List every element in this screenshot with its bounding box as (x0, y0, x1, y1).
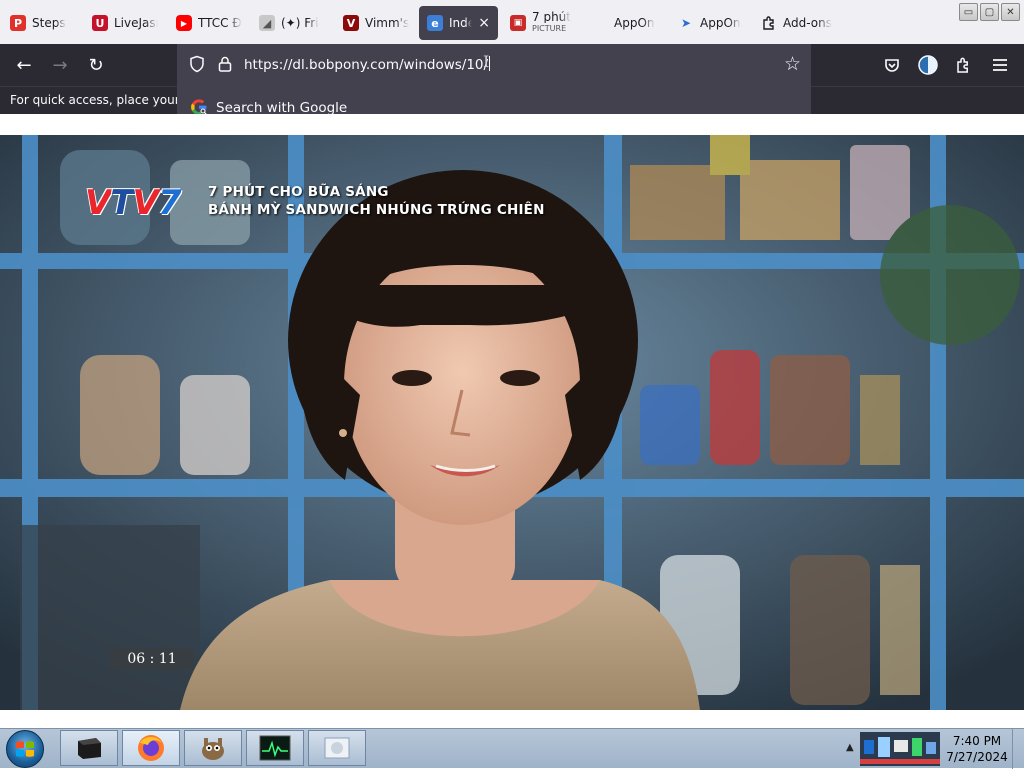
tab-steps[interactable]: P Steps (10, 6, 74, 40)
tab-label: 7 phút (532, 11, 571, 23)
forward-button[interactable]: → (49, 54, 71, 76)
lock-icon[interactable] (217, 55, 233, 73)
app-tray-icon (926, 742, 936, 754)
taskbar-firefox[interactable] (122, 730, 180, 766)
maximize-button[interactable]: ▢ (980, 3, 999, 21)
tab-label: AppOn (614, 16, 655, 30)
video-timestamp: 06 : 11 (110, 648, 194, 670)
pocket-icon[interactable] (881, 54, 903, 76)
tab-strip: P Steps U LiveJasmin ▶ TTCC Đ ◢ (✦) Fri … (0, 0, 1024, 44)
window-controls: ▭ ▢ ✕ (959, 3, 1020, 21)
show-desktop-button[interactable] (1012, 729, 1024, 769)
tab-vimms[interactable]: V Vimm's (343, 6, 409, 40)
favicon-icon: ▣ (510, 15, 526, 31)
video-player[interactable]: VTV7 7 PHÚT CHO BỮA SÁNG BÁNH MỲ SANDWIC… (0, 135, 1024, 710)
video-caption-title: 7 PHÚT CHO BỮA SÁNG (208, 184, 389, 200)
back-button[interactable]: ← (13, 54, 35, 76)
url-bar[interactable]: https://dl.bobpony.com/windows/10/ I ☆ (177, 44, 811, 84)
taskbar-terminal-app[interactable] (60, 730, 118, 766)
bookmark-star-icon[interactable]: ☆ (784, 53, 801, 75)
gimp-icon (202, 738, 224, 760)
window-icon (324, 737, 350, 759)
video-caption-subtitle: BÁNH MỲ SANDWICH NHÚNG TRỨNG CHIÊN (208, 202, 545, 218)
taskbar: ▲ 7:40 PM 7/27/2024 (0, 728, 1024, 769)
menu-icon[interactable] (989, 54, 1011, 76)
tab-label: TTCC Đ (198, 16, 242, 30)
minimize-button[interactable]: ▭ (959, 3, 978, 21)
show-hidden-icons-button[interactable]: ▲ (846, 742, 854, 753)
favicon-icon: U (92, 15, 108, 31)
tab-fri[interactable]: ◢ (✦) Fri (259, 6, 325, 40)
clock[interactable]: 7:40 PM 7/27/2024 (942, 733, 1012, 765)
tab-label: LiveJasmin (114, 16, 158, 30)
tray-icons (860, 732, 940, 766)
favicon-icon: ◢ (259, 15, 275, 31)
volume-icon (878, 737, 890, 757)
tab-label: (✦) Fri (281, 16, 319, 30)
taskbar-gimp[interactable] (184, 730, 242, 766)
clock-date: 7/27/2024 (946, 750, 1008, 764)
tab-index[interactable]: e Index × (419, 6, 498, 40)
reload-button[interactable]: ↻ (85, 54, 107, 76)
tab-appon-1[interactable]: AppOn (614, 6, 672, 40)
bookmarks-hint-text: For quick access, place your bookmarks h… (10, 93, 180, 107)
tab-label: Index (449, 16, 473, 30)
taskbar-task-manager[interactable] (246, 730, 304, 766)
account-icon[interactable] (917, 54, 939, 76)
tab-label: Steps (32, 16, 66, 30)
status-icon (912, 738, 922, 756)
youtube-icon: ▶ (176, 15, 192, 31)
tab-appon-2[interactable]: ➤ AppOn (678, 6, 744, 40)
task-manager-icon (259, 735, 291, 761)
text-cursor-icon: I (483, 52, 490, 71)
favicon-icon: P (10, 15, 26, 31)
vtv7-logo: VTV7 (85, 183, 182, 223)
terminal-app-icon (78, 738, 101, 759)
close-tab-icon[interactable]: × (478, 15, 490, 31)
windows-logo-icon (16, 741, 34, 757)
url-input[interactable]: https://dl.bobpony.com/windows/10/ (244, 56, 490, 73)
clock-time: 7:40 PM (952, 734, 1002, 748)
taskbar-generic-window[interactable] (308, 730, 366, 766)
tab-addons[interactable]: Add-ons (761, 6, 833, 40)
tab-livejasmin[interactable]: U LiveJasmin (92, 6, 158, 40)
tab-sublabel: PICTURE (532, 24, 567, 33)
tab-label: AppOn (700, 16, 741, 30)
firefox-icon (138, 735, 164, 761)
favicon-icon: e (427, 15, 443, 31)
extensions-icon[interactable] (953, 54, 975, 76)
tab-label: Add-ons (783, 16, 832, 30)
tab-7-phut[interactable]: ▣ 7 phút PICTURE (510, 6, 588, 40)
display-icon (894, 740, 908, 752)
send-icon: ➤ (680, 16, 692, 30)
close-button[interactable]: ✕ (1001, 3, 1020, 21)
puzzle-icon (761, 15, 777, 31)
tab-ttcc[interactable]: ▶ TTCC Đ (176, 6, 242, 40)
network-icon (864, 740, 874, 754)
page-content: VTV7 7 PHÚT CHO BỮA SÁNG BÁNH MỲ SANDWIC… (0, 114, 1024, 728)
tab-label: Vimm's (365, 16, 409, 30)
shield-icon[interactable] (189, 55, 205, 73)
favicon-icon: V (343, 15, 359, 31)
system-tray: ▲ 7:40 PM 7/27/2024 (842, 729, 1024, 769)
start-button[interactable] (6, 730, 44, 768)
